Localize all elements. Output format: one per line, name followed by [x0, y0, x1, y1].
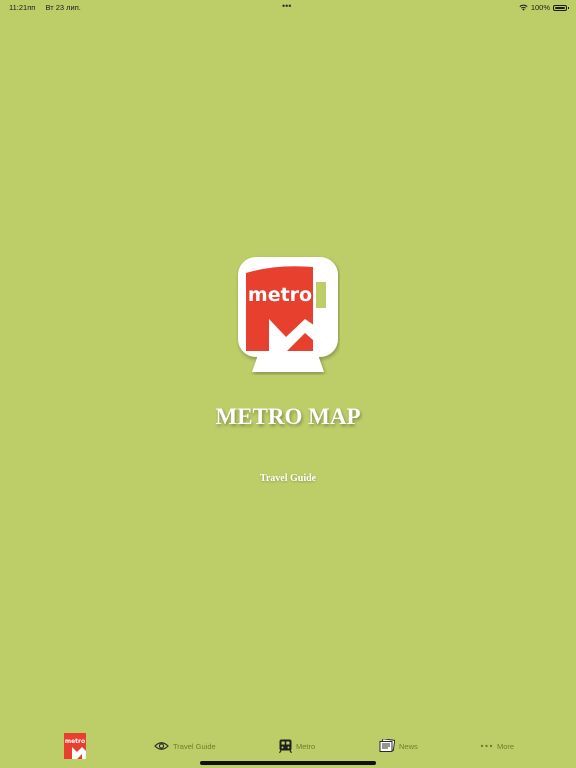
- tab-more[interactable]: More: [480, 732, 514, 760]
- tab-home-logo-text: metro: [65, 738, 85, 745]
- train-icon: [279, 739, 292, 753]
- status-date: Вт 23 лип.: [45, 3, 81, 12]
- metro-logo-icon: metro: [64, 733, 86, 759]
- status-time: 11:21пп: [9, 3, 36, 12]
- tab-metro[interactable]: Metro: [279, 732, 315, 760]
- wifi-icon: [519, 4, 528, 11]
- tab-news[interactable]: News: [379, 732, 418, 760]
- tab-metro-label: Metro: [296, 741, 316, 751]
- app-title: METRO MAP: [215, 404, 361, 429]
- home-indicator[interactable]: [200, 761, 376, 765]
- battery-percent: 100%: [530, 3, 550, 12]
- tab-travel-guide-label: Travel Guide: [173, 741, 216, 751]
- more-dots-icon: [480, 744, 493, 748]
- tab-home[interactable]: metro: [64, 732, 86, 760]
- status-bar: 11:21пп Вт 23 лип. ••• 100%: [0, 0, 576, 14]
- status-left: 11:21пп Вт 23 лип.: [9, 3, 89, 12]
- tab-news-label: News: [399, 741, 418, 751]
- metro-logo: metro: [238, 257, 338, 372]
- eye-icon: [154, 741, 169, 751]
- newspaper-icon: [379, 739, 395, 753]
- tab-travel-guide[interactable]: Travel Guide: [154, 732, 216, 760]
- app-subtitle: Travel Guide: [259, 473, 317, 484]
- multitasking-dots[interactable]: •••: [282, 1, 291, 11]
- logo-text: metro: [248, 284, 312, 306]
- tab-more-label: More: [497, 741, 515, 751]
- status-right: 100%: [519, 3, 569, 12]
- battery-icon: [553, 4, 569, 11]
